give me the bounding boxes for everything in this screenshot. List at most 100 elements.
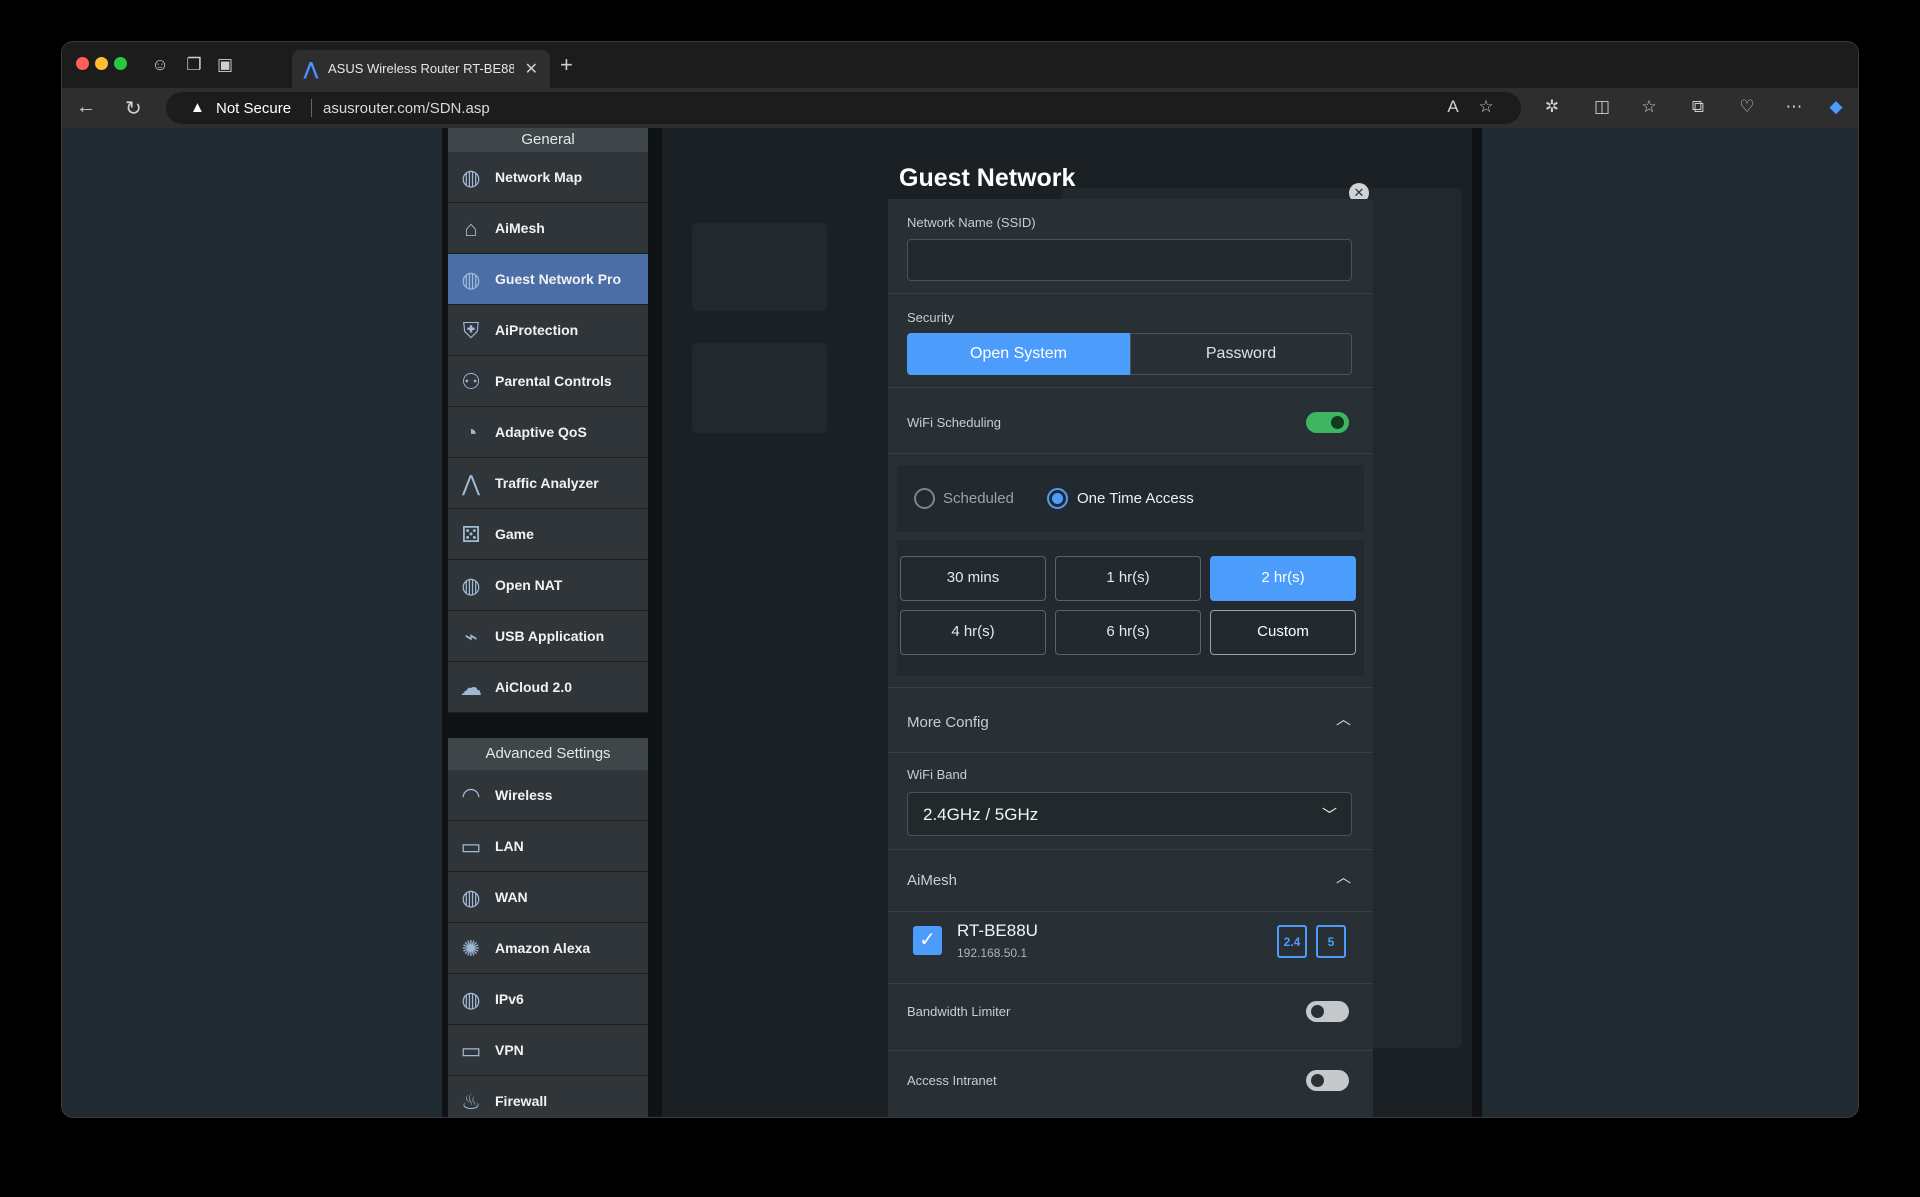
gauge-icon: ◔ xyxy=(464,420,478,445)
duration-6-hr-button[interactable]: 6 hr(s) xyxy=(1055,610,1201,655)
sidebar-item-vpn[interactable]: ▭ VPN xyxy=(448,1025,648,1076)
url-text[interactable]: asusrouter.com/SDN.asp xyxy=(323,100,490,117)
wifi-scheduling-toggle[interactable] xyxy=(1306,412,1349,433)
sidebar-header-general: General xyxy=(448,128,648,152)
sidebar-item-guest-network-pro[interactable]: ◍ Guest Network Pro xyxy=(448,254,648,305)
open-system-button[interactable]: Open System xyxy=(907,333,1130,375)
sidebar-item-label: Parental Controls xyxy=(495,373,612,389)
scheduled-radio[interactable] xyxy=(914,488,935,509)
sidebar-item-game[interactable]: ⚄ Game xyxy=(448,509,648,560)
sidebar-item-ipv6[interactable]: ◍ IPv6 xyxy=(448,974,648,1025)
health-icon[interactable]: ♡ xyxy=(1736,97,1758,117)
chevron-up-icon[interactable]: ︿ xyxy=(1336,708,1351,729)
vpn-icon: ▭ xyxy=(460,1038,482,1063)
security-label: Security xyxy=(907,310,954,325)
node-checkbox[interactable]: ✓ xyxy=(913,926,942,955)
modal-title: Guest Network xyxy=(899,164,1076,192)
sidebar-item-firewall[interactable]: ♨ Firewall xyxy=(448,1076,648,1117)
toggle-knob xyxy=(1311,1074,1324,1087)
address-bar-row: ← ↻ ▲ Not Secure asusrouter.com/SDN.asp … xyxy=(62,88,1858,128)
sidebar-item-wan[interactable]: ◍ WAN xyxy=(448,872,648,923)
close-window-button[interactable] xyxy=(76,57,89,70)
read-aloud-icon[interactable]: A xyxy=(1442,97,1464,117)
copilot-icon[interactable]: ◆ xyxy=(1825,97,1847,117)
favorite-star-icon[interactable]: ☆ xyxy=(1475,97,1497,117)
schedule-mode-group: Scheduled One Time Access xyxy=(897,465,1364,532)
wifi-band-select[interactable]: 2.4GHz / 5GHz ﹀ xyxy=(907,792,1352,836)
band-5ghz-icon: 5 xyxy=(1316,925,1346,958)
favorites-icon[interactable]: ☆ xyxy=(1638,97,1660,117)
sidebar-item-lan[interactable]: ▭ LAN xyxy=(448,821,648,872)
collections-icon[interactable]: ⧉ xyxy=(1687,97,1709,117)
sidebar-item-label: Amazon Alexa xyxy=(495,940,591,956)
sidebar-item-label: Network Map xyxy=(495,169,583,185)
sidebar-item-network-map[interactable]: ◍ Network Map xyxy=(448,152,648,203)
scheduled-label[interactable]: Scheduled xyxy=(943,490,1014,507)
divider xyxy=(888,387,1373,388)
toggle-knob xyxy=(1311,1005,1324,1018)
one-time-access-label[interactable]: One Time Access xyxy=(1077,490,1194,507)
minimize-window-button[interactable] xyxy=(95,57,108,70)
more-menu-icon[interactable]: ⋯ xyxy=(1783,97,1805,117)
reload-icon[interactable]: ↻ xyxy=(125,96,142,121)
duration-30-mins-button[interactable]: 30 mins xyxy=(900,556,1046,601)
tab-active[interactable]: ⋀ ASUS Wireless Router RT-BE88U ✕ xyxy=(292,50,550,88)
sidebar-item-label: LAN xyxy=(495,838,524,854)
band-2-4ghz-icon: 2.4 xyxy=(1277,925,1307,958)
duration-custom-button[interactable]: Custom xyxy=(1210,610,1356,655)
mesh-icon: ⌂ xyxy=(464,216,478,241)
address-bar[interactable]: ▲ Not Secure asusrouter.com/SDN.asp xyxy=(166,92,1521,124)
wifi-scheduling-label: WiFi Scheduling xyxy=(907,415,1001,430)
nat-icon: ◍ xyxy=(461,573,481,598)
maximize-window-button[interactable] xyxy=(114,57,127,70)
shield-icon: ⛨ xyxy=(462,318,480,343)
gamepad-icon: ⚄ xyxy=(461,522,481,547)
sidebar-item-label: Adaptive QoS xyxy=(495,424,587,440)
sidebar-item-usb-application[interactable]: ⌁ USB Application xyxy=(448,611,648,662)
profile-avatar-icon[interactable]: ☺ xyxy=(149,54,171,76)
aimesh-toggle[interactable]: AiMesh xyxy=(907,872,957,889)
usb-icon: ⌁ xyxy=(464,624,478,649)
sidebar-item-label: AiProtection xyxy=(495,322,579,338)
sidebar-item-wireless[interactable]: ◠ Wireless xyxy=(448,770,648,821)
chevron-up-icon[interactable]: ︿ xyxy=(1336,866,1351,887)
node-name: RT-BE88U xyxy=(957,921,1038,940)
router-page: General ◍ Network Map ⌂ AiMesh ◍ Guest Networ… xyxy=(442,128,1482,1117)
duration-2-hr-button[interactable]: 2 hr(s) xyxy=(1210,556,1356,601)
page-content: General ◍ Network Map ⌂ AiMesh ◍ Guest Networ… xyxy=(62,128,1858,1117)
access-intranet-toggle[interactable] xyxy=(1306,1070,1349,1091)
close-tab-icon[interactable]: ✕ xyxy=(525,59,538,79)
fire-icon: ♨ xyxy=(461,1089,481,1114)
sidebar-item-traffic-analyzer[interactable]: ⋀ Traffic Analyzer xyxy=(448,458,648,509)
bandwidth-limiter-toggle[interactable] xyxy=(1306,1001,1349,1022)
cloud-icon: ☁ xyxy=(460,675,482,700)
sidebar-item-adaptive-qos[interactable]: ◔ Adaptive QoS xyxy=(448,407,648,458)
security-status[interactable]: Not Secure xyxy=(216,100,291,117)
extensions-icon[interactable]: ✲ xyxy=(1541,97,1563,117)
one-time-access-radio[interactable] xyxy=(1047,488,1068,509)
bandwidth-limiter-label: Bandwidth Limiter xyxy=(907,1004,1011,1019)
duration-1-hr-button[interactable]: 1 hr(s) xyxy=(1055,556,1201,601)
more-config-toggle[interactable]: More Config xyxy=(907,714,989,731)
workspaces-icon[interactable]: ❐ xyxy=(183,54,205,76)
sidebar-item-label: WAN xyxy=(495,889,528,905)
alexa-icon: ✺ xyxy=(461,936,481,961)
sidebar-item-label: AiMesh xyxy=(495,220,545,236)
back-icon[interactable]: ← xyxy=(76,96,96,119)
password-button[interactable]: Password xyxy=(1130,333,1352,375)
split-screen-icon[interactable]: ◫ xyxy=(1591,97,1613,117)
sidebar-item-amazon-alexa[interactable]: ✺ Amazon Alexa xyxy=(448,923,648,974)
sidebar-item-aiprotection[interactable]: ⛨ AiProtection xyxy=(448,305,648,356)
tab-actions-icon[interactable]: ▣ xyxy=(214,54,236,76)
sidebar-item-aimesh[interactable]: ⌂ AiMesh xyxy=(448,203,648,254)
new-tab-icon[interactable]: + xyxy=(560,52,573,78)
ssid-input[interactable] xyxy=(907,239,1352,281)
sidebar-item-aicloud-2-0[interactable]: ☁ AiCloud 2.0 xyxy=(448,662,648,713)
sidebar-item-parental-controls[interactable]: ⚇ Parental Controls xyxy=(448,356,648,407)
toggle-knob xyxy=(1331,416,1344,429)
duration-4-hr-button[interactable]: 4 hr(s) xyxy=(900,610,1046,655)
pulse-icon: ⋀ xyxy=(461,471,481,496)
sidebar-item-open-nat[interactable]: ◍ Open NAT xyxy=(448,560,648,611)
tab-title: ASUS Wireless Router RT-BE88U xyxy=(328,61,514,76)
sidebar-item-label: Wireless xyxy=(495,787,553,803)
